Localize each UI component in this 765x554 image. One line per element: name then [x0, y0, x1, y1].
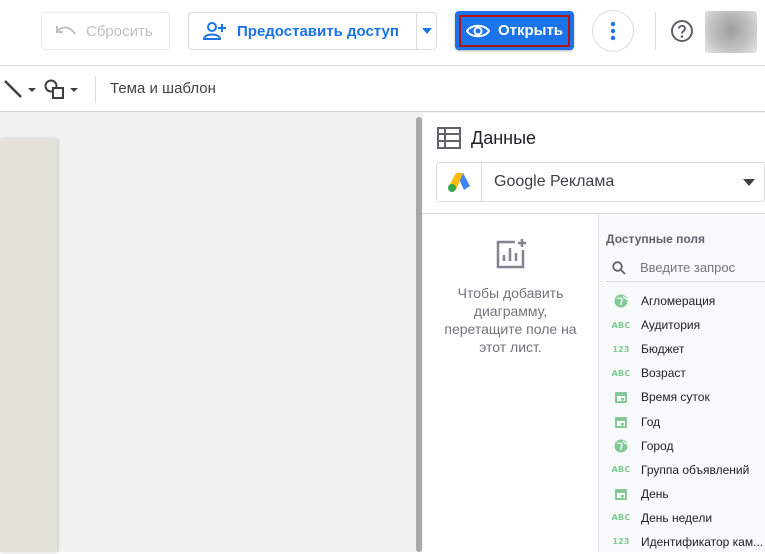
field-label: День [641, 486, 669, 501]
text-type-icon: ABC [611, 320, 631, 330]
datasource-name: Google Реклама [494, 173, 615, 190]
field-item[interactable]: День [599, 482, 765, 506]
calendar-icon [613, 390, 629, 404]
field-item[interactable]: ABC Аудитория [599, 313, 765, 337]
field-item[interactable]: ABC День недели [599, 506, 765, 530]
field-search[interactable] [606, 254, 765, 282]
datasource-select[interactable]: Google Реклама [436, 162, 765, 202]
field-search-input[interactable] [640, 260, 760, 275]
add-person-icon [202, 22, 226, 40]
field-label: Город [641, 438, 674, 453]
available-fields: Доступные поля Агломерация ABC Аудитория 12… [598, 214, 765, 552]
scrollbar-thumb[interactable] [416, 117, 422, 552]
share-dropdown-button[interactable] [416, 13, 436, 49]
field-label: Бюджет [641, 342, 685, 357]
help-button[interactable] [669, 18, 695, 44]
drop-hint-text: Чтобы добавить диаграмму, перетащите пол… [444, 285, 577, 355]
view-label: Открыть [497, 22, 564, 39]
field-label: Год [641, 414, 661, 429]
report-canvas [0, 113, 415, 552]
panel-header: Данные [437, 127, 536, 149]
undo-icon [56, 26, 76, 35]
share-button[interactable]: Предоставить доступ [188, 12, 437, 50]
text-type-icon: ABC [611, 513, 631, 523]
shape-tool-button[interactable] [44, 78, 80, 100]
field-item[interactable]: 123 Идентификатор кам... [599, 530, 765, 554]
view-button[interactable]: Открыть [455, 11, 574, 50]
field-label: Группа объявлений [641, 462, 750, 477]
calendar-icon [613, 415, 629, 429]
field-label: Возраст [641, 366, 686, 381]
canvas-scrollbar[interactable] [415, 113, 423, 552]
top-bar: Сбросить Предоставить доступ Открыть [0, 0, 765, 66]
calendar-icon [613, 487, 629, 501]
fields-header: Доступные поля [606, 232, 706, 246]
field-item[interactable]: Год [599, 409, 765, 433]
more-vert-icon [610, 21, 616, 41]
field-item[interactable]: Город [599, 434, 765, 458]
reset-button[interactable]: Сбросить [41, 12, 170, 50]
text-type-icon: ABC [611, 368, 631, 378]
panel-title: Данные [471, 127, 537, 148]
avatar[interactable] [705, 11, 757, 53]
field-list: Агломерация ABC Аудитория 123 Бюджет ABC Возра… [599, 289, 765, 554]
line-tool-button[interactable] [2, 78, 38, 100]
globe-icon [613, 294, 629, 308]
chart-drop-zone[interactable]: Чтобы добавить диаграмму, перетащите пол… [423, 214, 598, 552]
report-page[interactable] [0, 139, 57, 552]
more-options-button[interactable] [592, 10, 634, 52]
field-label: Агломерация [641, 294, 716, 309]
add-chart-icon [496, 239, 526, 269]
caret-down-icon [743, 178, 755, 186]
theme-and-layout-button[interactable]: Тема и шаблон [110, 80, 216, 97]
number-type-icon: 123 [612, 344, 630, 354]
google-ads-icon [448, 173, 470, 192]
field-label: Время суток [641, 390, 710, 405]
eye-icon [465, 24, 490, 37]
reset-label: Сбросить [86, 22, 153, 40]
field-item[interactable]: ABC Группа объявлений [599, 458, 765, 482]
editor-toolbar: Тема и шаблон [0, 66, 765, 112]
line-icon [4, 80, 36, 98]
field-item[interactable]: ABC Возраст [599, 361, 765, 385]
number-type-icon: 123 [612, 537, 630, 547]
field-label: День недели [641, 510, 713, 525]
field-item[interactable]: Агломерация [599, 289, 765, 313]
caret-down-icon [421, 28, 432, 34]
data-panel: Данные Google Реклама Чтобы добавить диа… [423, 113, 765, 552]
toolbar-divider [95, 76, 96, 103]
help-icon [671, 20, 693, 42]
globe-icon [613, 439, 629, 453]
text-type-icon: ABC [611, 465, 631, 475]
field-label: Аудитория [641, 318, 701, 333]
field-item[interactable]: 123 Бюджет [599, 337, 765, 361]
shapes-icon [44, 79, 78, 99]
header-divider [655, 12, 656, 50]
share-label: Предоставить доступ [237, 22, 399, 40]
field-label: Идентификатор кам... [641, 534, 764, 549]
search-icon [612, 260, 626, 275]
field-item[interactable]: Время суток [599, 385, 765, 409]
data-table-icon [437, 127, 461, 149]
